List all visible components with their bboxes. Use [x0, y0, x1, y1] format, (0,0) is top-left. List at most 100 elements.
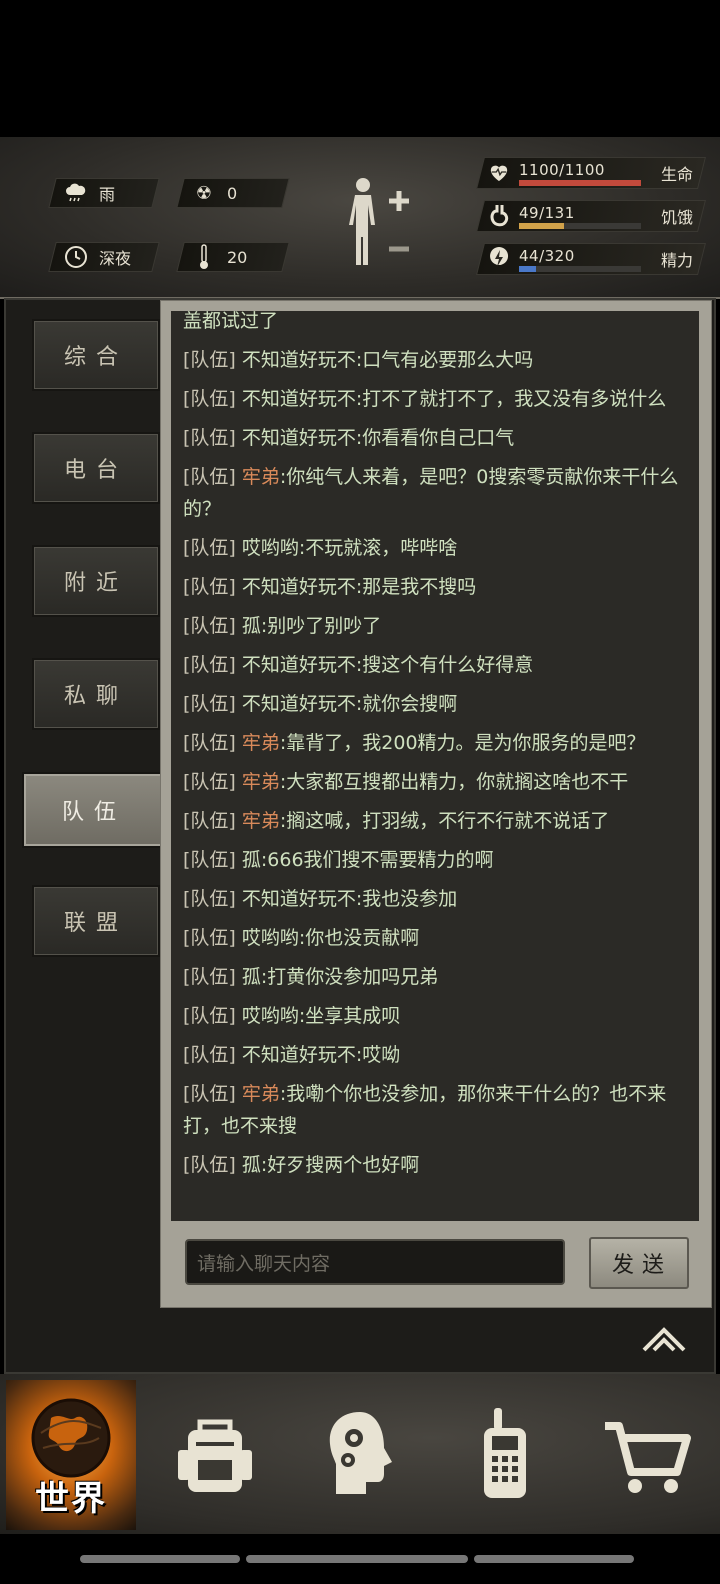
sender-name[interactable]: 不知道好玩不	[242, 427, 356, 449]
sender-name[interactable]: 牢弟	[242, 810, 280, 832]
radiation-stat: ☢ 0	[176, 178, 290, 208]
sender-name[interactable]: 不知道好玩不	[242, 1044, 356, 1066]
chat-message: [队伍] 孤:666我们搜不需要精力的啊	[183, 844, 693, 876]
message-text: :坐享其成呗	[298, 1005, 401, 1027]
nav-backpack-button[interactable]	[150, 1374, 280, 1534]
channel-tag: [队伍]	[183, 810, 236, 832]
channel-tag: [队伍]	[183, 1005, 236, 1027]
chat-message: [队伍] 不知道好玩不:哎呦	[183, 1039, 693, 1071]
sender-name[interactable]: 牢弟	[242, 771, 280, 793]
shop-cart-icon	[605, 1422, 691, 1493]
time-stat: 深夜	[48, 242, 160, 272]
chat-message: [队伍] 孤:好歹搜两个也好啊	[183, 1149, 693, 1181]
chat-message: [队伍] 牢弟:靠背了，我200精力。是为你服务的是吧？	[183, 727, 693, 759]
vital-value: 1100/1100	[519, 161, 605, 179]
message-text: :666我们搜不需要精力的啊	[260, 849, 494, 871]
message-text: :搜这个有什么好得意	[355, 654, 534, 676]
message-text: :打不了就打不了，我又没有多说什么	[355, 388, 667, 410]
chat-message: [队伍] 哎哟哟:你也没贡献啊	[183, 922, 693, 954]
temperature-stat: 20	[176, 242, 290, 272]
sender-name[interactable]: 孤	[242, 849, 261, 871]
tab-5[interactable]: 联盟	[32, 885, 160, 957]
vital-energy: 44/320 精力	[476, 243, 706, 275]
radio-icon	[484, 1408, 526, 1498]
thermometer-icon	[191, 244, 217, 270]
channel-tag: [队伍]	[183, 349, 236, 371]
clock-icon	[63, 244, 89, 270]
heart-icon	[487, 160, 511, 184]
message-text: :你看看你自己口气	[355, 427, 515, 449]
chat-message: [队伍] 牢弟:大家都互搜都出精力，你就搁这啥也不干	[183, 766, 693, 798]
sender-name[interactable]: 不知道好玩不	[242, 576, 356, 598]
tab-1[interactable]: 电台	[32, 432, 160, 504]
system-nav-bar	[474, 1555, 634, 1563]
nav-radio-button[interactable]	[440, 1374, 570, 1534]
vital-value: 44/320	[519, 247, 575, 265]
vital-bar-fill	[519, 266, 537, 272]
sender-name[interactable]: 不知道好玩不	[242, 654, 356, 676]
message-text: :好歹搜两个也好啊	[260, 1154, 420, 1176]
sender-name[interactable]: 不知道好玩不	[242, 888, 356, 910]
sender-name[interactable]: 哎哟哟	[242, 1005, 299, 1027]
vital-bar-fill	[519, 180, 641, 186]
temperature-value: 20	[227, 247, 248, 267]
channel-tag: [队伍]	[183, 966, 236, 988]
channel-tag: [队伍]	[183, 537, 236, 559]
tab-3[interactable]: 私聊	[32, 658, 160, 730]
vital-bar	[519, 266, 641, 272]
nav-world-label: 世界	[35, 1479, 107, 1519]
stomach-icon	[487, 203, 511, 227]
channel-tag: [队伍]	[183, 849, 236, 871]
radiation-icon: ☢	[195, 182, 213, 204]
chat-message: [队伍] 牢弟:我嘞个你也没参加，那你来干什么的？也不来打，也不来搜	[183, 1078, 693, 1142]
chat-log[interactable]: 盖都试过了 [队伍] 不知道好玩不:口气有必要那么大吗 [队伍] 不知道好玩不:打…	[171, 311, 699, 1221]
nav-shop-button[interactable]	[582, 1374, 712, 1534]
message-text: :口气有必要那么大吗	[355, 349, 534, 371]
vital-heart: 1100/1100 生命	[476, 157, 706, 189]
message-text: :不玩就滚，哔哔啥	[298, 537, 458, 559]
sender-name[interactable]: 牢弟	[242, 466, 280, 488]
backpack-icon	[178, 1419, 252, 1492]
chat-window: 盖都试过了 [队伍] 不知道好玩不:口气有必要那么大吗 [队伍] 不知道好玩不:打…	[160, 300, 712, 1308]
vital-label: 精力	[660, 251, 693, 270]
sender-name[interactable]: 孤	[242, 1154, 261, 1176]
sender-name[interactable]: 牢弟	[242, 1083, 280, 1105]
message-text: :别吵了别吵了	[260, 615, 382, 637]
message-text: :你也没贡献啊	[298, 927, 420, 949]
channel-tag: [队伍]	[183, 1044, 236, 1066]
tab-2[interactable]: 附近	[32, 545, 160, 617]
rain-cloud-icon	[63, 180, 89, 206]
sender-name[interactable]: 不知道好玩不	[242, 349, 356, 371]
channel-tag: [队伍]	[183, 888, 236, 910]
channel-tag: [队伍]	[183, 615, 236, 637]
vital-label: 饥饿	[660, 208, 693, 227]
sender-name[interactable]: 哎哟哟	[242, 537, 299, 559]
system-nav-bar	[80, 1555, 240, 1563]
chat-input[interactable]: 请输入聊天内容	[185, 1239, 565, 1285]
energy-icon	[487, 246, 511, 270]
sender-name[interactable]: 牢弟	[242, 732, 280, 754]
body-status-button[interactable]	[345, 175, 415, 275]
chat-message: [队伍] 哎哟哟:不玩就滚，哔哔啥	[183, 532, 693, 564]
nav-world-button[interactable]: 世界	[6, 1380, 136, 1530]
nav-skills-button[interactable]	[295, 1374, 425, 1534]
vital-value: 49/131	[519, 204, 575, 222]
sender-name[interactable]: 哎哟哟	[242, 927, 299, 949]
chat-message: [队伍] 孤:别吵了别吵了	[183, 610, 693, 642]
radiation-value: 0	[227, 183, 238, 203]
sender-name[interactable]: 孤	[242, 615, 261, 637]
system-nav-bar	[246, 1555, 468, 1563]
message-text: :打黄你没参加吗兄弟	[260, 966, 439, 988]
message-text: :大家都互搜都出精力，你就搁这啥也不干	[279, 771, 629, 793]
tab-0[interactable]: 综合	[32, 319, 160, 391]
collapse-up-button[interactable]	[640, 1322, 688, 1354]
sender-name[interactable]: 不知道好玩不	[242, 693, 356, 715]
chat-message: [队伍] 不知道好玩不:就你会搜啊	[183, 688, 693, 720]
chat-message: [队伍] 牢弟:搁这喊，打羽绒，不行不行就不说话了	[183, 805, 693, 837]
channel-tag: [队伍]	[183, 927, 236, 949]
send-button[interactable]: 发送	[589, 1237, 689, 1289]
sender-name[interactable]: 不知道好玩不	[242, 388, 356, 410]
sender-name[interactable]: 孤	[242, 966, 261, 988]
tab-4[interactable]: 队伍	[22, 772, 166, 848]
weather-value: 雨	[99, 185, 116, 204]
